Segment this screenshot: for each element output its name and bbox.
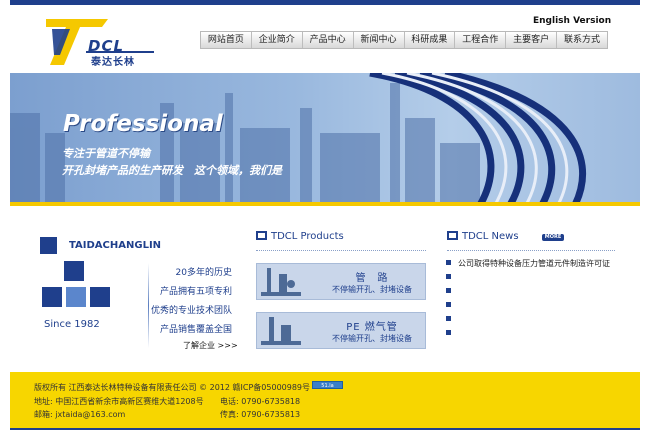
news-heading: TDCL News bbox=[447, 230, 519, 242]
footer-copyright: 版权所有 江西泰达长林特种设备有限责任公司 © 2012 赣ICP备050009… bbox=[34, 383, 311, 392]
banner-industrial-image bbox=[10, 73, 587, 205]
company-name: TAIDACHANGLIN bbox=[69, 240, 162, 251]
products-heading-icon bbox=[256, 231, 267, 240]
company-divider bbox=[148, 263, 149, 348]
banner-underline bbox=[10, 202, 640, 206]
nav-item-products[interactable]: 产品中心 bbox=[303, 32, 354, 48]
nav-item-contact[interactable]: 联系方式 bbox=[557, 32, 607, 48]
product-name: PE 燃气管 bbox=[346, 322, 398, 333]
hero-banner: Professional 专注于管道不停输 开孔封堵产品的生产研发 这个领域，我… bbox=[10, 73, 640, 205]
main-nav: 网站首页 企业简介 产品中心 新闻中心 科研成果 工程合作 主要客户 联系方式 bbox=[200, 31, 608, 49]
product-card-pe-gas[interactable]: PE 燃气管 不停输开孔、封堵设备 bbox=[256, 312, 426, 349]
news-title: TDCL News bbox=[462, 231, 519, 242]
nav-item-clients[interactable]: 主要客户 bbox=[506, 32, 558, 48]
news-item[interactable]: 公司取得特种设备压力管道元件制造许可证 bbox=[458, 258, 610, 269]
nav-item-about[interactable]: 企业简介 bbox=[252, 32, 303, 48]
company-feature: 产品拥有五项专利 bbox=[159, 287, 232, 297]
product-name: 管 路 bbox=[355, 273, 389, 284]
nav-item-home[interactable]: 网站首页 bbox=[201, 32, 252, 48]
products-title: TDCL Products bbox=[271, 231, 344, 242]
company-feature: 优秀的专业技术团队 bbox=[150, 306, 232, 316]
footer-address: 地址: 中国江西省新余市高新区赛维大道1208号 bbox=[34, 397, 204, 406]
product-desc: 不停输开孔、封堵设备 bbox=[332, 285, 412, 294]
nav-item-news[interactable]: 新闻中心 bbox=[354, 32, 405, 48]
banner-line-1: 专注于管道不停输 bbox=[62, 147, 150, 160]
product-card-pipeline[interactable]: 管 路 不停输开孔、封堵设备 bbox=[256, 263, 426, 300]
footer-phone: 电话: 0790-6735818 bbox=[220, 397, 301, 406]
top-bar bbox=[10, 0, 640, 5]
footer: 版权所有 江西泰达长林特种设备有限责任公司 © 2012 赣ICP备050009… bbox=[10, 372, 640, 428]
news-more-button[interactable]: MORE bbox=[542, 234, 564, 241]
news-bullet-icon bbox=[446, 260, 451, 265]
footer-email[interactable]: 邮箱: jxtaida@163.com bbox=[34, 409, 125, 420]
products-divider bbox=[256, 250, 426, 251]
company-intro: TAIDACHANGLIN Since 1982 20多年的历史 产品拥有五项专… bbox=[38, 235, 238, 355]
news-divider bbox=[447, 250, 615, 251]
learn-more-link[interactable]: 了解企业 >>> bbox=[183, 340, 238, 351]
bottom-bar bbox=[10, 428, 640, 430]
banner-headline: Professional bbox=[63, 111, 223, 137]
stats-badge[interactable]: 51.la bbox=[312, 381, 343, 389]
news-bullet-icon bbox=[446, 302, 451, 307]
company-feature: 20多年的历史 bbox=[175, 268, 232, 278]
footer-fax: 传真: 0790-6735813 bbox=[220, 410, 301, 419]
nav-item-cooperation[interactable]: 工程合作 bbox=[455, 32, 507, 48]
site-logo[interactable]: DCL 泰达长林 bbox=[46, 17, 158, 68]
news-bullet-icon bbox=[446, 330, 451, 335]
news-bullet-icon bbox=[446, 316, 451, 321]
banner-line-2: 开孔封堵产品的生产研发 这个领域，我们是 bbox=[62, 164, 282, 177]
nav-item-research[interactable]: 科研成果 bbox=[405, 32, 456, 48]
product-desc: 不停输开孔、封堵设备 bbox=[332, 334, 412, 343]
english-version-link[interactable]: English Version bbox=[533, 16, 611, 26]
company-since: Since 1982 bbox=[44, 319, 100, 330]
news-heading-icon bbox=[447, 231, 458, 240]
products-heading: TDCL Products bbox=[256, 230, 344, 242]
news-bullet-icon bbox=[446, 288, 451, 293]
company-feature: 产品销售覆盖全国 bbox=[159, 325, 232, 335]
pipeline-equipment-icon bbox=[261, 268, 301, 296]
news-bullet-icon bbox=[446, 274, 451, 279]
pe-gas-equipment-icon bbox=[261, 317, 301, 345]
logo-brand-cn: 泰达长林 bbox=[91, 57, 135, 68]
